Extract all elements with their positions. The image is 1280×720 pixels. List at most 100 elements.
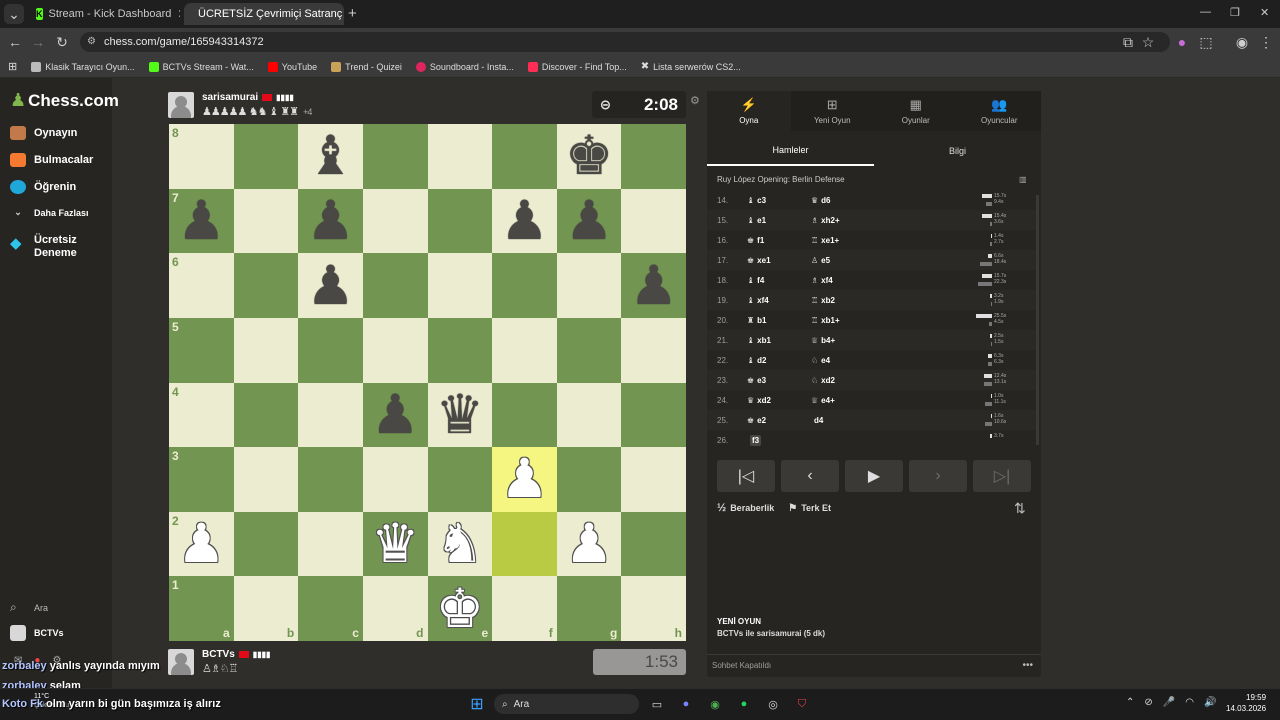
black-move[interactable]: ♗ xh2+	[811, 216, 875, 225]
sidebar-item-free-trial[interactable]: ◆ Ücretsiz Deneme	[10, 234, 94, 260]
reload-icon[interactable]: ↻	[52, 32, 72, 52]
sidebar-search[interactable]: ⌕ Ara	[10, 600, 48, 615]
chesscom-logo[interactable]: ♟ Chess.com	[10, 90, 119, 111]
close-icon[interactable]: ✕	[177, 7, 180, 21]
black-move[interactable]: ♖ xe1+	[811, 236, 875, 245]
white-move[interactable]: ♝ e1	[747, 216, 811, 225]
square-h6[interactable]: ♟	[621, 253, 686, 318]
bookmark-item[interactable]: Trend - Quizei	[331, 61, 402, 72]
discord-icon[interactable]: ●	[676, 694, 696, 714]
tab-games[interactable]: ▦ Oyunlar	[874, 91, 958, 131]
install-icon[interactable]: ⧉	[1118, 32, 1138, 52]
square-h1[interactable]: h	[621, 576, 686, 641]
square-e1[interactable]: e ♚	[427, 576, 493, 641]
square-c1[interactable]: c	[298, 576, 363, 641]
extensions-puzzle-icon[interactable]: ⬚	[1196, 32, 1216, 52]
bookmark-item[interactable]: Klasik Tarayıcı Oyun...	[31, 61, 135, 72]
more-options-icon[interactable]: •••	[1022, 660, 1033, 671]
black-move[interactable]: ♘ e4	[811, 356, 875, 365]
square-f3[interactable]: ♟	[492, 447, 557, 512]
windows-start-icon[interactable]: ⊞	[467, 694, 487, 714]
square-c6[interactable]: ♟	[298, 253, 363, 318]
square-h7[interactable]	[621, 188, 686, 254]
square-a3[interactable]: 3	[169, 447, 234, 512]
white-move[interactable]: ♚ e2	[747, 416, 811, 425]
tab-players[interactable]: 👥 Oyuncular	[958, 91, 1042, 131]
black-move[interactable]: ♗ xf4	[811, 276, 875, 285]
square-b3[interactable]	[233, 447, 299, 512]
square-g2[interactable]: ♟	[556, 511, 622, 577]
square-h4[interactable]	[621, 382, 686, 448]
black-move[interactable]: ♖ xb2	[811, 296, 875, 305]
square-d3[interactable]	[362, 447, 428, 512]
black-queen-icon[interactable]: ♛	[436, 387, 484, 442]
book-icon[interactable]: ▥	[1019, 175, 1027, 184]
white-move[interactable]: ♝ xb1	[747, 336, 811, 345]
first-move-button[interactable]: |◁	[717, 460, 775, 492]
black-pawn-icon[interactable]: ♟	[500, 193, 548, 248]
white-move[interactable]: ♝ d2	[747, 356, 811, 365]
square-c5[interactable]	[298, 317, 363, 383]
white-pawn-icon[interactable]: ♟	[177, 517, 225, 571]
tab-new-game[interactable]: ⊞ Yeni Oyun	[791, 91, 875, 131]
bookmark-item[interactable]: BCTVs Stream - Wat...	[148, 61, 254, 72]
square-c8[interactable]: ♝	[298, 124, 363, 189]
bookmark-item[interactable]: ✖ Lista serwerów CS2...	[641, 61, 741, 72]
square-e8[interactable]	[427, 124, 493, 189]
square-d7[interactable]	[362, 188, 428, 254]
chess-board[interactable]: 8 ♝ ♚ 7 ♟ ♟ ♟ ♟ 6 ♟ ♟ 5 4 ♟ ♛ 3 ♟ 2 ♟ ♛ ♞ ♟ 1 a b c d e ♚ f g h	[169, 124, 686, 641]
black-pawn-icon[interactable]: ♟	[306, 193, 354, 248]
task-view-icon[interactable]: ▭	[647, 694, 667, 714]
bottom-player-name[interactable]: BCTVs ▮▮▮▮	[202, 649, 270, 660]
white-move[interactable]: ♝ f4	[747, 276, 811, 285]
black-pawn-icon[interactable]: ♟	[177, 193, 225, 248]
address-bar[interactable]: chess.com/game/165943314372	[80, 32, 1170, 52]
square-c4[interactable]	[298, 382, 363, 448]
square-b2[interactable]	[233, 511, 299, 577]
white-move[interactable]: ♝ c3	[747, 196, 811, 205]
tab-moves[interactable]: Hamleler	[707, 136, 874, 166]
square-a6[interactable]: 6	[169, 253, 234, 318]
white-knight-icon[interactable]: ♞	[436, 517, 484, 571]
square-b7[interactable]	[233, 188, 299, 254]
square-f4[interactable]	[492, 382, 557, 448]
square-d2[interactable]: ♛	[362, 511, 428, 577]
new-tab-button[interactable]: +	[348, 5, 357, 22]
profile-avatar-icon[interactable]: ◉	[1232, 32, 1252, 52]
menu-kebab-icon[interactable]: ⋮	[1256, 32, 1276, 52]
site-info-icon[interactable]: ⚙	[87, 36, 96, 47]
black-pawn-icon[interactable]: ♟	[371, 387, 419, 442]
square-a4[interactable]: 4	[169, 382, 234, 448]
black-move[interactable]: ♛ d6	[811, 196, 875, 205]
close-window-button[interactable]: ✕	[1260, 6, 1269, 19]
extension-icon[interactable]: ●	[1172, 32, 1192, 52]
bookmark-star-icon[interactable]: ☆	[1138, 32, 1158, 52]
square-a8[interactable]: 8	[169, 124, 234, 189]
tab-play[interactable]: ⚡ Oyna	[707, 91, 791, 131]
square-e4[interactable]: ♛	[427, 382, 493, 448]
square-g1[interactable]: g	[556, 576, 622, 641]
square-f2[interactable]	[492, 511, 557, 577]
square-a2[interactable]: 2 ♟	[169, 511, 234, 577]
square-b1[interactable]: b	[233, 576, 299, 641]
square-f8[interactable]	[492, 124, 557, 189]
square-b6[interactable]	[233, 253, 299, 318]
brave-icon[interactable]: ⛉	[792, 694, 812, 714]
square-d8[interactable]	[362, 124, 428, 189]
taskbar-search[interactable]: ⌕ Ara	[494, 694, 639, 714]
black-move[interactable]: d4	[811, 416, 875, 425]
square-d6[interactable]	[362, 253, 428, 318]
square-a7[interactable]: 7 ♟	[169, 188, 234, 254]
tab-info[interactable]: Bilgi	[874, 136, 1041, 166]
square-e7[interactable]	[427, 188, 493, 254]
bookmark-item[interactable]: Soundboard - Insta...	[415, 61, 514, 72]
opening-name[interactable]: Ruy López Opening: Berlin Defense	[717, 175, 845, 184]
square-h5[interactable]	[621, 317, 686, 383]
square-f6[interactable]	[492, 253, 557, 318]
square-c7[interactable]: ♟	[298, 188, 363, 254]
white-move[interactable]: ♝ xf4	[747, 296, 811, 305]
square-f5[interactable]	[492, 317, 557, 383]
previous-move-button[interactable]: ‹	[781, 460, 839, 492]
square-g6[interactable]	[556, 253, 622, 318]
white-move[interactable]: ♛ xd2	[747, 396, 811, 405]
